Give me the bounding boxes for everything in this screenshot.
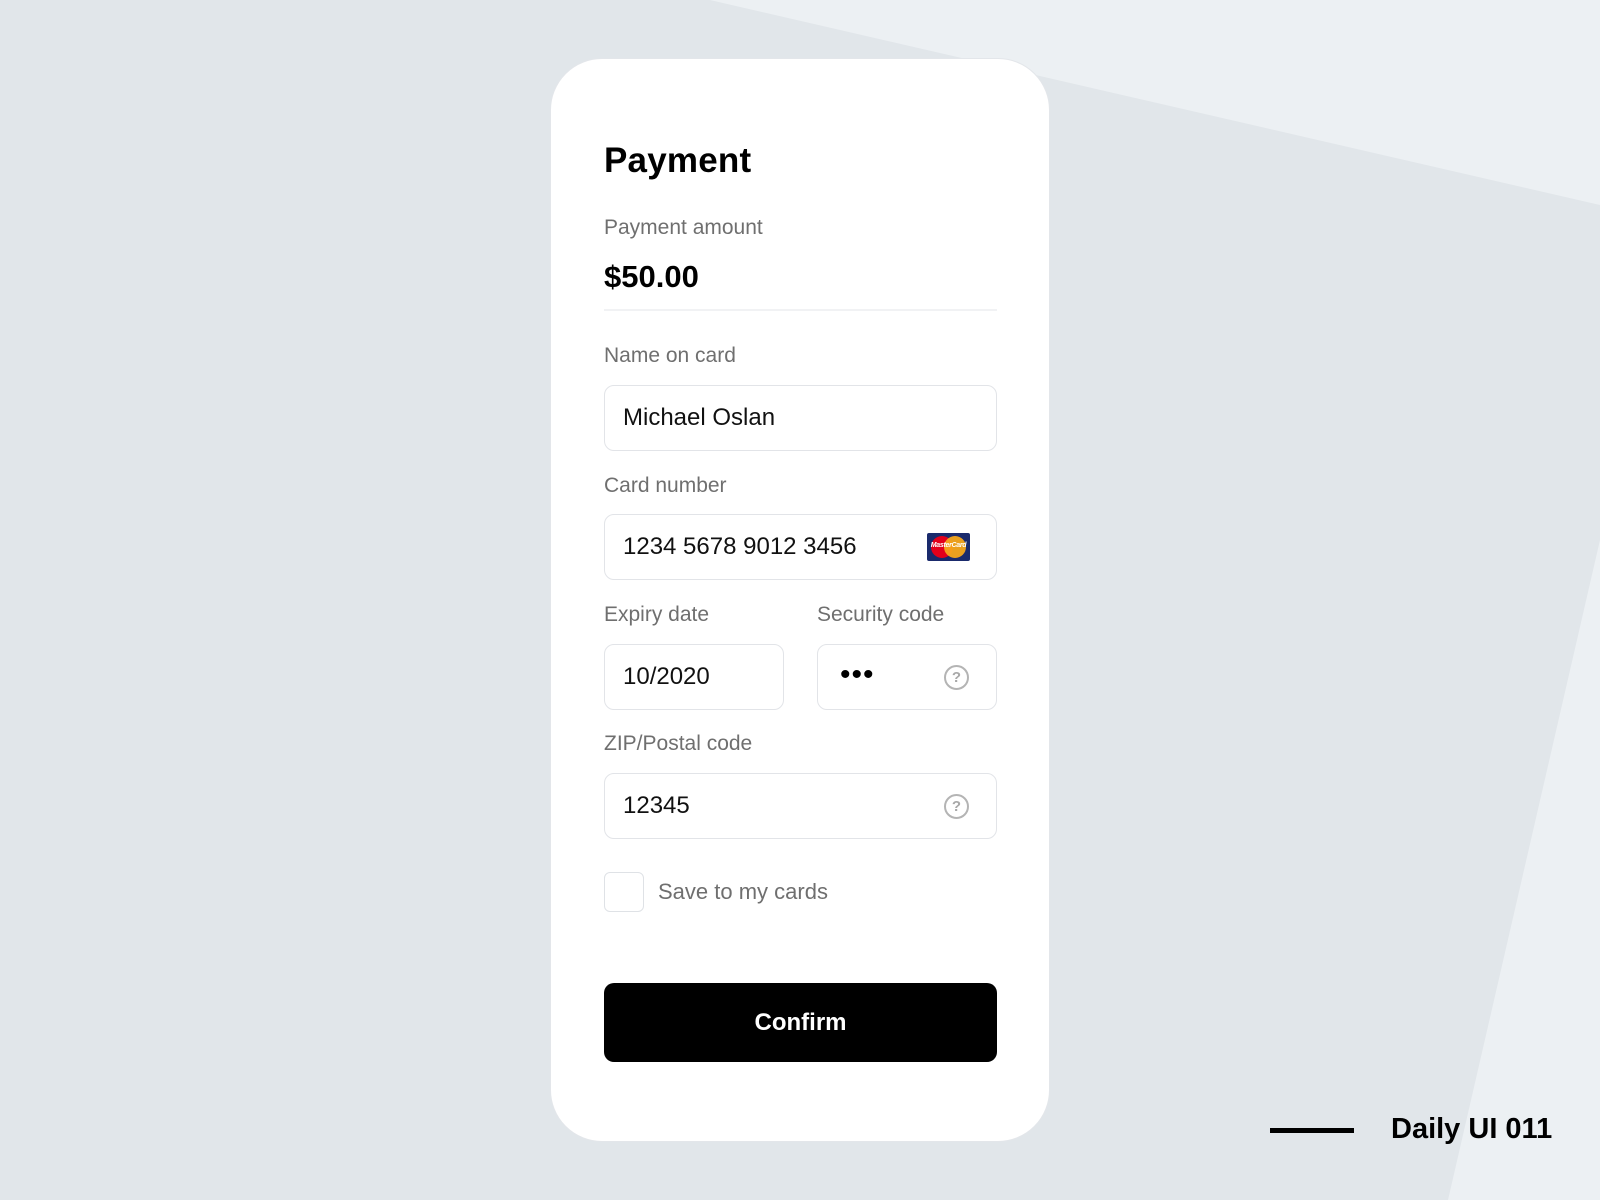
security-label: Security code [817,603,945,626]
card-number-value: 1234 5678 9012 3456 [623,533,857,560]
expiry-label: Expiry date [604,603,710,626]
footer-title: Daily UI 011 [1391,1113,1553,1145]
zip-label: ZIP/Postal code [604,732,753,755]
security-code-value: ••• [840,658,875,691]
page-title: Payment [604,141,752,180]
payment-card: Payment Payment amount $50.00 Name on ca… [550,58,1050,1142]
security-code-input[interactable]: ••• ? [817,644,997,710]
zip-code-input[interactable]: 12345 ? [604,773,997,839]
help-icon[interactable]: ? [944,664,969,690]
expiry-date-input[interactable]: 10/2020 [604,644,784,710]
save-card-checkbox[interactable] [604,872,644,912]
name-label: Name on card [604,344,736,367]
name-on-card-value: Michael Oslan [623,404,776,431]
zip-code-value: 12345 [623,792,690,819]
divider [604,309,997,311]
footer-line [1270,1128,1354,1133]
expiry-date-value: 10/2020 [623,663,710,690]
amount-label: Payment amount [604,216,763,239]
help-icon[interactable]: ? [944,793,969,819]
save-card-label[interactable]: Save to my cards [658,879,828,905]
card-number-input[interactable]: 1234 5678 9012 3456 MasterCard [604,514,997,580]
mastercard-icon: MasterCard [927,533,970,561]
card-number-label: Card number [604,474,727,497]
confirm-button[interactable]: Confirm [604,983,997,1062]
amount-value: $50.00 [604,259,699,294]
name-on-card-input[interactable]: Michael Oslan [604,385,997,451]
